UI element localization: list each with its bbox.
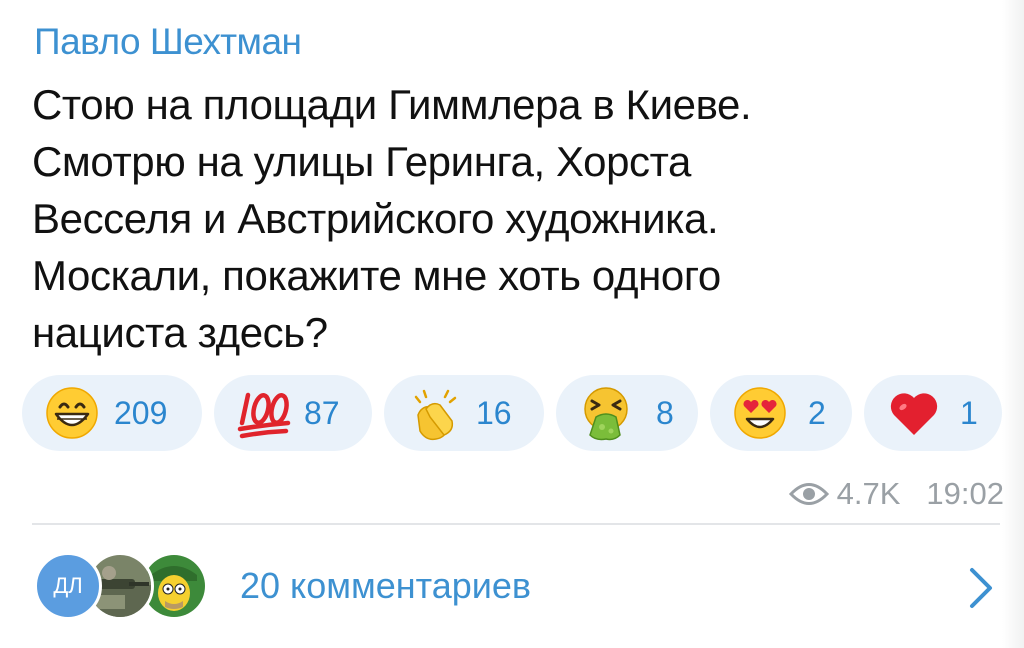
reaction-hundred[interactable]: 87 [214, 375, 372, 451]
hundred-points-icon [237, 392, 291, 439]
reaction-count: 8 [656, 395, 674, 431]
view-count: 4.7K [836, 476, 901, 511]
avatar-initials: ДЛ [34, 552, 102, 620]
red-heart-icon [890, 393, 938, 435]
message-line: Весселя и Австрийского художника. [32, 195, 719, 242]
message-line: нациста здесь? [32, 309, 328, 356]
reaction-count: 209 [114, 395, 168, 431]
clapping-hands-icon [414, 389, 457, 441]
message-bubble-edge [1002, 0, 1024, 648]
comments-link[interactable]: 20 комментариев [240, 562, 531, 610]
post-time: 19:02 [926, 476, 1004, 511]
message-line: Смотрю на улицы Геринга, Хорста [32, 138, 691, 185]
reaction-grinning[interactable]: 209 [22, 375, 202, 451]
reaction-count: 16 [476, 395, 512, 431]
eye-icon [788, 483, 829, 505]
reaction-heart[interactable]: 1 [864, 375, 1002, 451]
commenter-avatars[interactable]: ДЛ [34, 546, 214, 626]
heart-eyes-face-icon [734, 387, 786, 439]
reaction-vomiting[interactable]: 8 [556, 375, 698, 451]
message-line: Москали, покажите мне хоть одного [32, 252, 721, 299]
reaction-count: 87 [304, 395, 340, 431]
post-meta: 4.7K 19:02 [788, 474, 1004, 514]
message-line: Стою на площади Гиммлера в Киеве. [32, 81, 752, 128]
reaction-heart-eyes[interactable]: 2 [710, 375, 852, 451]
message-text: Стою на площади Гиммлера в Киеве. Смотрю… [32, 76, 992, 361]
reaction-clapping[interactable]: 16 [384, 375, 544, 451]
divider [32, 523, 1000, 525]
reaction-count: 2 [808, 395, 826, 431]
post-author-name[interactable]: Павло Шехтман [34, 18, 302, 66]
chevron-right-icon[interactable] [966, 566, 996, 610]
grinning-face-icon [46, 387, 98, 439]
vomiting-face-icon [584, 387, 628, 441]
telegram-channel-post: Павло Шехтман Стою на площади Гиммлера в… [0, 0, 1024, 648]
reaction-count: 1 [960, 395, 978, 431]
